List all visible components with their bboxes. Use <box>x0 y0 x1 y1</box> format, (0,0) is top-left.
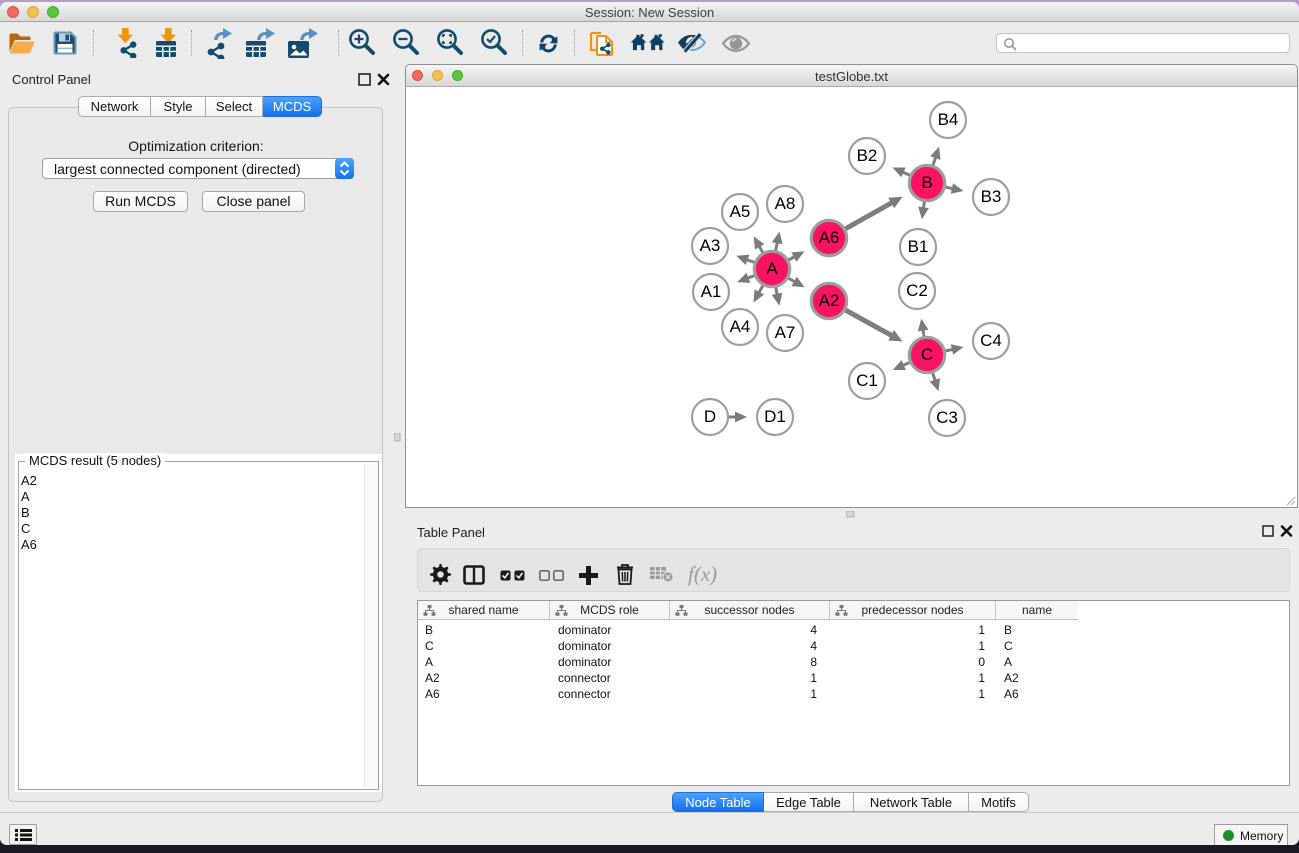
svg-text:A7: A7 <box>775 323 796 342</box>
svg-text:A6: A6 <box>819 228 840 247</box>
svg-text:A5: A5 <box>730 202 751 221</box>
svg-text:A8: A8 <box>775 194 796 213</box>
svg-text:C2: C2 <box>906 281 928 300</box>
svg-text:C1: C1 <box>856 371 878 390</box>
svg-text:C4: C4 <box>980 331 1002 350</box>
svg-text:B1: B1 <box>908 237 929 256</box>
svg-text:A: A <box>766 259 778 278</box>
svg-text:A3: A3 <box>700 236 721 255</box>
svg-text:C3: C3 <box>936 408 958 427</box>
svg-text:A2: A2 <box>819 291 840 310</box>
svg-text:B: B <box>921 173 932 192</box>
svg-text:A4: A4 <box>730 317 751 336</box>
svg-text:A1: A1 <box>701 282 722 301</box>
svg-text:C: C <box>921 345 933 364</box>
svg-text:D1: D1 <box>764 407 786 426</box>
svg-text:D: D <box>704 407 716 426</box>
svg-text:B3: B3 <box>981 187 1002 206</box>
svg-text:B2: B2 <box>857 146 878 165</box>
svg-text:B4: B4 <box>938 110 959 129</box>
